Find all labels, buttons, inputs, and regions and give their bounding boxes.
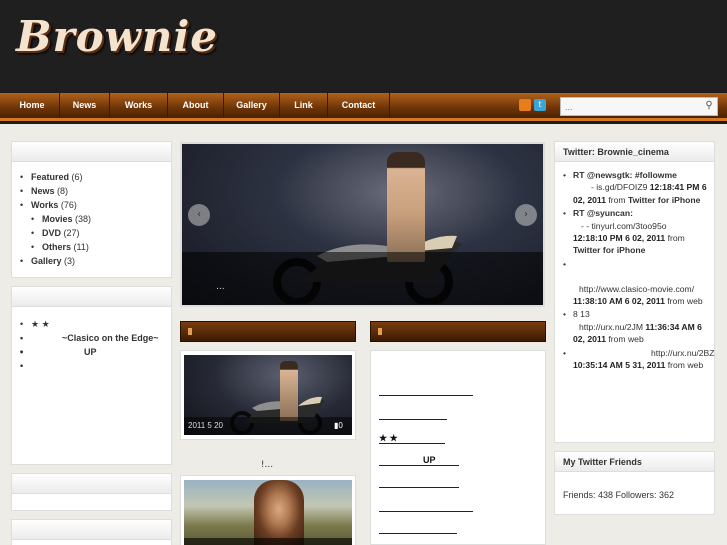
search-icon[interactable]: ⚲ xyxy=(703,100,715,112)
recent-posts-list: ★ ★ ~Clasico on the Edge~ UP xyxy=(12,307,171,373)
link-item-label[interactable]: UP xyxy=(423,455,436,465)
slide-caption: ... xyxy=(216,282,225,292)
nav-works[interactable]: Works xyxy=(110,93,168,118)
featured-slider[interactable]: ... ‹ › xyxy=(180,142,545,307)
link-item[interactable] xyxy=(379,443,445,444)
tweet-list: RT @newsgtk: #followme - is.gd/DFOIZ9 12… xyxy=(555,162,715,372)
rss-icon[interactable] xyxy=(519,99,531,111)
post-thumbnail[interactable] xyxy=(184,480,352,545)
slider-prev-button[interactable]: ‹ xyxy=(188,204,210,226)
nav-link[interactable]: Link xyxy=(280,93,328,118)
categories-widget: Featured (6) News (8) Works (76) Movies … xyxy=(11,141,172,278)
twitter-widget-title: Twitter: Brownie_cinema xyxy=(555,142,714,162)
post-title[interactable]: !... xyxy=(180,460,354,470)
rider-figure xyxy=(387,152,425,262)
tweet-item: RT @syuncan: - - tinyurl.com/3too95o 12:… xyxy=(563,207,708,257)
tweet-item: 8 13 http://urx.nu/2JM 11:36:34 AM 6 02,… xyxy=(563,308,708,345)
section-marker xyxy=(378,328,382,335)
category-featured[interactable]: Featured (6) xyxy=(20,170,171,184)
post-meta-bar xyxy=(184,538,352,545)
friends-widget-title: My Twitter Friends xyxy=(555,452,714,472)
category-dvd[interactable]: DVD (27) xyxy=(31,226,171,240)
post-thumbnail[interactable]: 2011 5 20 ▮0 xyxy=(184,355,352,435)
categories-title xyxy=(12,142,171,162)
empty-widget-2 xyxy=(11,519,172,545)
category-works[interactable]: Works (76) xyxy=(20,198,171,212)
nav-news[interactable]: News xyxy=(60,93,110,118)
nav-about[interactable]: About xyxy=(168,93,224,118)
comment-count[interactable]: ▮0 xyxy=(334,421,343,430)
category-movies[interactable]: Movies (38) xyxy=(31,212,171,226)
section-header-right xyxy=(370,321,546,342)
friends-count: Friends: 438 Followers: 362 xyxy=(563,490,675,500)
search-box xyxy=(560,97,718,116)
link-item[interactable] xyxy=(379,533,457,534)
twitter-widget: Twitter: Brownie_cinema RT @newsgtk: #fo… xyxy=(554,141,715,443)
tweet-item: RT @newsgtk: #followme - is.gd/DFOIZ9 12… xyxy=(563,169,708,206)
slide-caption-bar xyxy=(182,252,543,305)
empty-widget-title xyxy=(12,474,171,494)
links-list: ★ ★ UP xyxy=(370,350,546,545)
recent-posts-title xyxy=(12,287,171,307)
recent-post-item[interactable]: ★ ★ xyxy=(20,317,171,331)
post-date: 2011 5 20 xyxy=(188,421,223,430)
rider-figure xyxy=(280,361,298,421)
link-item[interactable] xyxy=(379,419,447,420)
tweet-item: http://www.clasico-movie.com/ 11:38:10 A… xyxy=(563,258,708,308)
site-logo[interactable]: Brownie xyxy=(16,12,218,61)
category-news[interactable]: News (8) xyxy=(20,184,171,198)
twitter-friends-widget: My Twitter Friends Friends: 438 Follower… xyxy=(554,451,715,515)
slider-next-button[interactable]: › xyxy=(515,204,537,226)
search-input[interactable] xyxy=(565,100,695,114)
nav-home[interactable]: Home xyxy=(5,93,60,118)
link-item[interactable] xyxy=(379,511,473,512)
nav-contact[interactable]: Contact xyxy=(328,93,390,118)
nav-gallery[interactable]: Gallery xyxy=(224,93,280,118)
tweet-item: http://urx.nu/2BZ 10:35:14 AM 5 31, 2011… xyxy=(563,347,715,372)
section-marker xyxy=(188,328,192,335)
portrait-image xyxy=(254,480,304,545)
category-gallery[interactable]: Gallery (3) xyxy=(20,254,171,268)
link-item[interactable] xyxy=(379,395,473,396)
section-header-left xyxy=(180,321,356,342)
site-header: Brownie xyxy=(0,0,727,93)
link-item[interactable] xyxy=(379,465,459,466)
recent-post-item[interactable]: UP xyxy=(20,345,171,359)
link-item[interactable] xyxy=(379,487,459,488)
recent-posts-widget: ★ ★ ~Clasico on the Edge~ UP xyxy=(11,286,172,465)
recent-post-item[interactable]: ~Clasico on the Edge~ xyxy=(20,331,171,345)
empty-widget-title xyxy=(12,520,171,540)
twitter-icon[interactable]: t xyxy=(534,99,546,111)
categories-list: Featured (6) News (8) Works (76) Movies … xyxy=(12,162,171,268)
category-others[interactable]: Others (11) xyxy=(31,240,171,254)
empty-widget-1 xyxy=(11,473,172,511)
